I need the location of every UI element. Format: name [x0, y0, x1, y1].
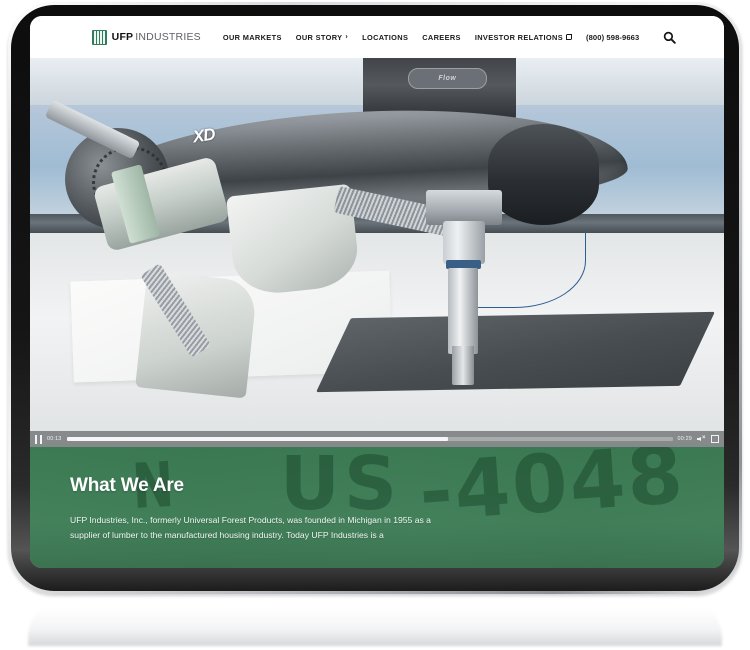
machine-nozzle-tip [451, 345, 475, 385]
nav-item-our-story-label: OUR STORY [295, 32, 343, 42]
video-progress-scrubber[interactable] [66, 437, 673, 441]
header-inner: UFP INDUSTRIES OUR MARKETS OUR STORY › LO… [78, 29, 677, 45]
nav-item-our-markets-label: OUR MARKETS [222, 32, 282, 42]
nav-item-locations-label: LOCATIONS [362, 32, 409, 42]
tablet-screen: UFP INDUSTRIES OUR MARKETS OUR STORY › LO… [30, 16, 724, 568]
volume-muted-icon[interactable]: × [697, 435, 706, 444]
nav-item-investor-relations-label: INVESTOR RELATIONS [474, 32, 563, 42]
nav-item-careers-label: CAREERS [422, 32, 461, 42]
video-control-bar: 00:13 00:29 × [30, 431, 724, 447]
machine-nozzle-block [425, 190, 502, 226]
site-logo[interactable]: UFP INDUSTRIES [91, 29, 201, 45]
brand-bold-text: UFP [111, 31, 134, 43]
nav-item-investor-relations[interactable]: INVESTOR RELATIONS [474, 32, 573, 42]
fullscreen-icon[interactable] [711, 435, 719, 443]
video-progress-fill [66, 437, 449, 441]
header-phone-number[interactable]: (800) 598-9663 [586, 33, 639, 42]
hero-video-player[interactable]: Flow XD 00:13 00:29 × [30, 58, 724, 447]
machine-nozzle-body [442, 221, 485, 265]
chevron-right-icon: › [345, 33, 349, 40]
section-body-text: UFP Industries, Inc., formerly Universal… [70, 515, 431, 540]
machine-arm-marking: XD [191, 124, 216, 147]
machine-nozzle-shaft [448, 268, 478, 354]
video-current-time: 00:13 [47, 436, 62, 442]
nav-item-our-markets[interactable]: OUR MARKETS [223, 33, 282, 42]
ufp-lumber-logo-icon [91, 29, 107, 45]
what-we-are-section: N US -4048 What We Are UFP Industries, I… [30, 447, 724, 568]
brand-wordmark: UFP INDUSTRIES [112, 31, 201, 43]
external-link-icon [565, 33, 573, 40]
nav-item-locations[interactable]: LOCATIONS [362, 33, 408, 42]
search-icon[interactable] [663, 31, 677, 44]
machine-drum [488, 124, 600, 226]
video-duration: 00:29 [677, 436, 692, 442]
nav-item-our-story[interactable]: OUR STORY › [296, 33, 348, 42]
site-header: UFP INDUSTRIES OUR MARKETS OUR STORY › LO… [30, 16, 724, 58]
video-cutting-slab [316, 311, 716, 392]
tablet-device: UFP INDUSTRIES OUR MARKETS OUR STORY › LO… [8, 2, 742, 594]
section-headline: What We Are [70, 475, 184, 496]
pause-icon[interactable] [35, 434, 42, 444]
machine-brand-badge: Flow [408, 67, 487, 90]
nav-item-careers[interactable]: CAREERS [422, 33, 461, 42]
device-reflection [28, 598, 722, 646]
brand-light-text: INDUSTRIES [135, 31, 201, 43]
section-content: What We Are UFP Industries, Inc., former… [70, 447, 724, 543]
